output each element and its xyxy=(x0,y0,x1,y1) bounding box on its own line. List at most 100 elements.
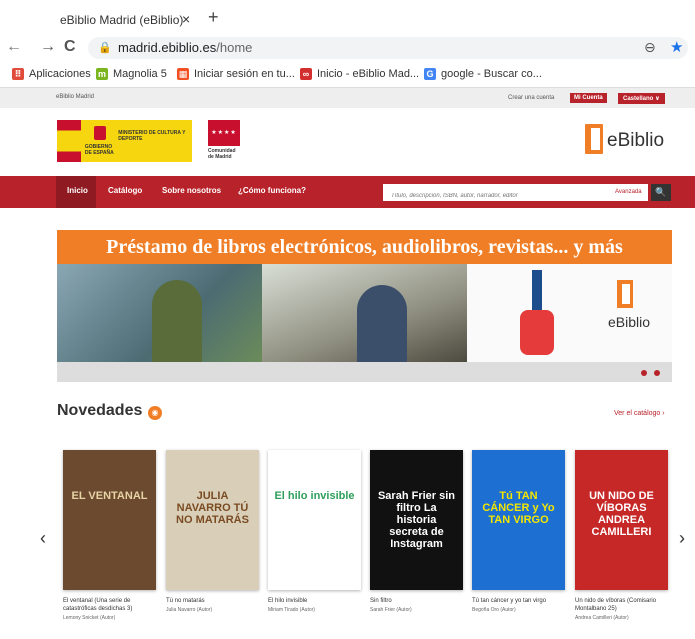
book-cover-text: Tú TAN CÁNCER y Yo TAN VIRGO xyxy=(482,490,555,526)
site-topbar: eBiblio Madrid Crear una cuenta Mi Cuent… xyxy=(0,88,695,108)
book-cover[interactable]: EL VENTANAL xyxy=(63,450,156,590)
madrid-name: Comunidad de Madrid xyxy=(208,148,236,160)
book-author: Miriam Tirado (Autor) xyxy=(268,607,315,613)
bookmark-star-icon[interactable]: ★ xyxy=(670,38,683,56)
microsoft-icon: ▦ xyxy=(177,68,189,80)
ebiblio-door-icon xyxy=(585,124,603,154)
book-author: Andrea Camilleri (Autor) xyxy=(575,615,629,621)
government-logo[interactable]: GOBIERNO DE ESPAÑA MINISTERIO DE CULTURA… xyxy=(57,120,192,162)
magnolia-icon: m xyxy=(96,68,108,80)
bookmark-label: google - Buscar co... xyxy=(441,68,542,80)
forward-icon[interactable]: → xyxy=(40,38,56,56)
ebiblio-wordmark: eBiblio xyxy=(607,130,665,151)
book-card[interactable]: El hilo invisible El hilo invisible Miriam… xyxy=(268,450,361,613)
ebiblio-logo[interactable]: eBiblio xyxy=(585,120,675,160)
book-cover-text: El hilo invisible xyxy=(274,490,355,502)
bookmarks-bar: ⠿ Aplicaciones m Magnolia 5 ▦ Iniciar sesión … xyxy=(0,63,695,88)
google-icon: G xyxy=(424,68,436,80)
bookmark-item[interactable]: ▦ Iniciar sesión en tu... xyxy=(177,68,295,80)
search-button[interactable]: 🔍 xyxy=(651,184,671,201)
logo-header: GOBIERNO DE ESPAÑA MINISTERIO DE CULTURA… xyxy=(0,108,695,176)
book-card[interactable]: EL VENTANAL El ventanal (Una serie de cat… xyxy=(63,450,156,621)
book-author: Julia Navarro (Autor) xyxy=(166,607,213,613)
ebiblio-door-icon xyxy=(617,280,633,308)
banner-logo-text: eBiblio xyxy=(608,314,651,330)
carousel-dot-2[interactable] xyxy=(654,370,660,376)
bookmark-item[interactable]: Ggoogle - Buscar co... xyxy=(424,68,542,80)
carousel-next-icon[interactable]: › xyxy=(679,528,685,549)
banner-footer xyxy=(57,362,672,382)
book-card[interactable]: Sarah Frier sin filtro La historia secre… xyxy=(370,450,463,613)
nav-sobre-nosotros[interactable]: Sobre nosotros xyxy=(162,186,221,195)
book-cover-text: Sarah Frier sin filtro La historia secre… xyxy=(377,490,456,550)
url-path: /home xyxy=(216,40,253,55)
book-cover-text: EL VENTANAL xyxy=(71,490,148,502)
url-field[interactable]: 🔒 madrid.ebiblio.es/home ⊖ ★ xyxy=(88,37,688,59)
my-account-button[interactable]: Mi Cuenta xyxy=(570,93,607,103)
reader-figure-2 xyxy=(357,285,407,362)
comunidad-madrid-logo[interactable]: ★★★★ Comunidad de Madrid xyxy=(208,120,240,162)
book-card[interactable]: Tú TAN CÁNCER y Yo TAN VIRGO Tú tan cánce… xyxy=(472,450,565,613)
reload-icon[interactable]: C xyxy=(64,38,76,56)
book-cover[interactable]: Tú TAN CÁNCER y Yo TAN VIRGO xyxy=(472,450,565,590)
new-tab-icon[interactable]: + xyxy=(208,7,219,28)
book-title[interactable]: Tú no matarás xyxy=(166,597,259,605)
bookmark-item[interactable]: ⠿ Aplicaciones xyxy=(12,68,91,80)
nav-como-funciona[interactable]: ¿Cómo funciona? xyxy=(238,186,306,195)
shield-icon xyxy=(93,126,106,140)
book-title[interactable]: El ventanal (Una serie de catastróficas … xyxy=(63,597,156,613)
main-nav: Inicio Catálogo Sobre nosotros ¿Cómo fun… xyxy=(0,176,695,208)
bookmark-item[interactable]: ∞ Inicio - eBiblio Mad... xyxy=(300,68,419,80)
advanced-search-link[interactable]: Avanzada xyxy=(615,189,642,195)
madrid-stars: ★★★★ xyxy=(208,120,240,146)
bookmark-label: Aplicaciones xyxy=(29,68,91,80)
book-title[interactable]: Sin filtro xyxy=(370,597,463,605)
nav-catalogo[interactable]: Catálogo xyxy=(108,186,142,195)
address-bar: ← → C 🔒 madrid.ebiblio.es/home ⊖ ★ xyxy=(0,33,695,64)
book-card[interactable]: UN NIDO DE VÍBORAS ANDREA CAMILLERI Un ni… xyxy=(575,450,668,621)
ebiblio-icon: ∞ xyxy=(300,68,312,80)
bookmark-item[interactable]: m Magnolia 5 xyxy=(96,68,167,80)
create-account-link[interactable]: Crear una cuenta xyxy=(508,95,554,101)
gov-name: GOBIERNO DE ESPAÑA xyxy=(84,144,114,156)
book-cover[interactable]: Sarah Frier sin filtro La historia secre… xyxy=(370,450,463,590)
reader-figure-3 xyxy=(512,270,562,355)
book-title[interactable]: Un nido de víboras (Comisario Montalbano… xyxy=(575,597,668,613)
nav-inicio[interactable]: Inicio xyxy=(67,186,88,195)
browser-window: eBiblio Madrid (eBiblio) × + ← → C 🔒 mad… xyxy=(0,0,695,639)
close-tab-icon[interactable]: × xyxy=(182,11,190,27)
language-select[interactable]: Castellano ∨ xyxy=(618,93,665,104)
lock-icon: 🔒 xyxy=(98,42,112,54)
url-host: madrid.ebiblio.es xyxy=(118,40,217,55)
back-icon[interactable]: ← xyxy=(6,38,22,56)
bookmark-label: Inicio - eBiblio Mad... xyxy=(317,68,420,80)
search-icon: 🔍 xyxy=(655,187,667,197)
browser-tab[interactable]: eBiblio Madrid (eBiblio) × xyxy=(40,6,200,33)
zoom-icon[interactable]: ⊖ xyxy=(644,39,656,56)
banner-ebiblio-logo: eBiblio xyxy=(602,280,662,340)
bookmark-label: Magnolia 5 xyxy=(113,68,167,80)
book-cover[interactable]: JULIA NAVARRO TÚ NO MATARÁS xyxy=(166,450,259,590)
spain-flag xyxy=(57,120,81,162)
search-input[interactable] xyxy=(389,187,573,205)
book-author: Sarah Frier (Autor) xyxy=(370,607,412,613)
book-title[interactable]: Tú tan cáncer y yo tan virgo xyxy=(472,597,565,605)
banner-headline: Préstamo de libros electrónicos, audioli… xyxy=(57,230,672,264)
view-catalog-link[interactable]: Ver el catálogo › xyxy=(614,410,665,417)
carousel-prev-icon[interactable]: ‹ xyxy=(40,528,46,549)
book-author: Begoña Oro (Autor) xyxy=(472,607,516,613)
book-cover[interactable]: UN NIDO DE VÍBORAS ANDREA CAMILLERI xyxy=(575,450,668,590)
carousel-dot-1[interactable] xyxy=(641,370,647,376)
ministry-name: MINISTERIO DE CULTURA Y DEPORTE xyxy=(118,130,186,142)
apps-grid-icon: ⠿ xyxy=(12,68,24,80)
rss-icon[interactable]: ◉ xyxy=(148,406,162,420)
search-box: Avanzada xyxy=(383,184,648,205)
book-cover[interactable]: El hilo invisible xyxy=(268,450,361,590)
site-brand: eBiblio Madrid xyxy=(56,94,95,100)
book-title[interactable]: El hilo invisible xyxy=(268,597,361,605)
book-card[interactable]: JULIA NAVARRO TÚ NO MATARÁS Tú no matarás… xyxy=(166,450,259,613)
book-cover-text: UN NIDO DE VÍBORAS ANDREA CAMILLERI xyxy=(589,490,654,538)
coat-of-arms: GOBIERNO DE ESPAÑA xyxy=(81,120,114,162)
promo-banner[interactable]: Préstamo de libros electrónicos, audioli… xyxy=(57,230,672,382)
book-cover-text: JULIA NAVARRO TÚ NO MATARÁS xyxy=(176,490,249,526)
